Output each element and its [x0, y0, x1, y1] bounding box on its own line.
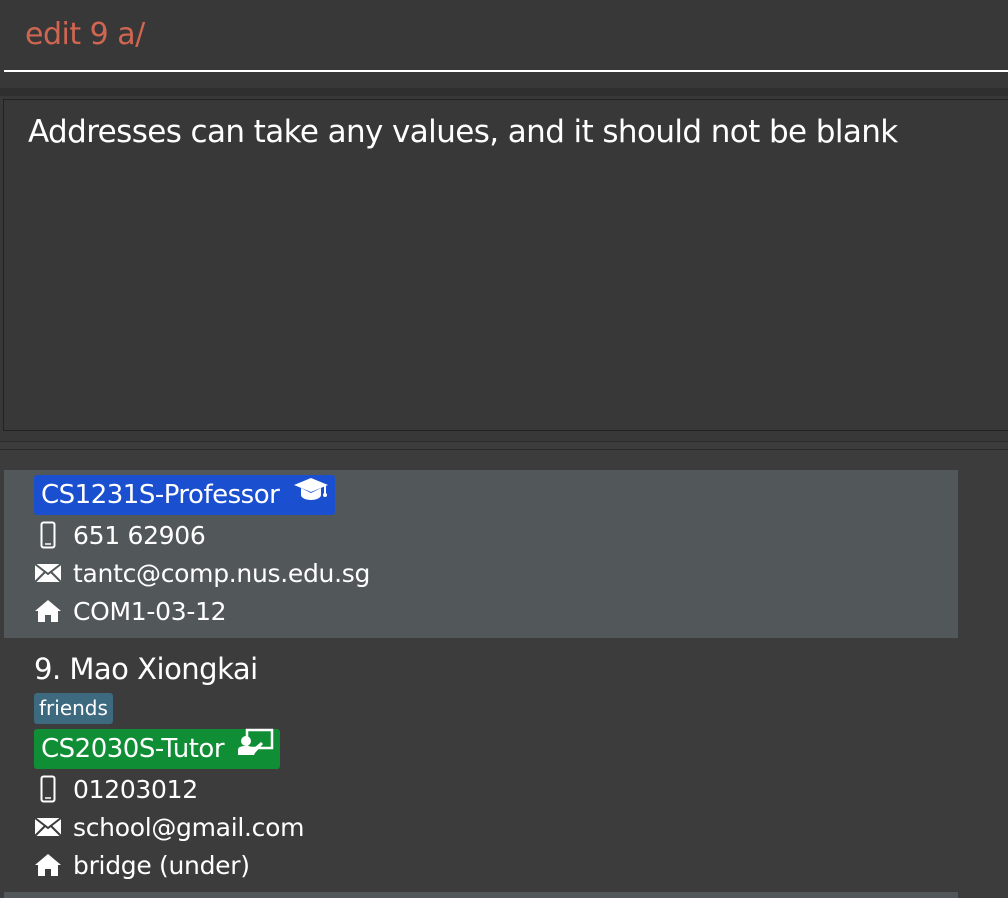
result-display-pane: Addresses can take any values, and it sh…	[0, 96, 1008, 441]
email-row: tantc@comp.nus.edu.sg	[34, 557, 370, 589]
phone-row: 651 62906	[34, 519, 206, 551]
email-icon	[34, 812, 62, 842]
pane-divider[interactable]	[0, 88, 1008, 96]
person-list[interactable]: CS1231S-Professor 651 62906 tantc@comp.n…	[4, 470, 958, 898]
app-window: Addresses can take any values, and it sh…	[0, 0, 1008, 898]
friend-tag: friends	[34, 693, 113, 724]
email-text: school@gmail.com	[73, 812, 305, 842]
home-icon	[34, 850, 62, 880]
phone-row: 01203012	[34, 773, 198, 805]
address-text: bridge (under)	[73, 850, 250, 880]
command-box-pane	[0, 0, 1008, 88]
email-row: school@gmail.com	[34, 811, 304, 843]
person-list-pane: CS1231S-Professor 651 62906 tantc@comp.n…	[0, 450, 1008, 898]
role-tag-label: CS1231S-Professor	[41, 480, 280, 510]
teacher-board-icon	[237, 728, 274, 768]
phone-icon	[34, 774, 62, 804]
result-display[interactable]: Addresses can take any values, and it sh…	[3, 99, 1008, 431]
result-message: Addresses can take any values, and it sh…	[28, 114, 898, 150]
role-tag-label: CS2030S-Tutor	[41, 734, 225, 764]
graduation-cap-icon	[293, 474, 329, 514]
phone-text: 651 62906	[73, 520, 206, 550]
person-card[interactable]	[4, 892, 958, 898]
person-card[interactable]: 9. Mao Xiongkai friends CS2030S-Tutor 01…	[4, 638, 958, 892]
pane-divider[interactable]	[0, 441, 1008, 450]
phone-icon	[34, 520, 62, 550]
email-icon	[34, 558, 62, 588]
address-text: COM1-03-12	[73, 596, 227, 626]
email-text: tantc@comp.nus.edu.sg	[73, 558, 371, 588]
person-name: 9. Mao Xiongkai	[34, 652, 258, 686]
phone-text: 01203012	[73, 774, 198, 804]
role-tag: CS2030S-Tutor	[34, 728, 280, 769]
role-tag: CS1231S-Professor	[34, 474, 336, 515]
home-icon	[34, 596, 62, 626]
address-row: bridge (under)	[34, 849, 250, 881]
command-input[interactable]	[4, 0, 1008, 72]
person-card[interactable]: CS1231S-Professor 651 62906 tantc@comp.n…	[4, 470, 958, 638]
address-row: COM1-03-12	[34, 595, 227, 627]
